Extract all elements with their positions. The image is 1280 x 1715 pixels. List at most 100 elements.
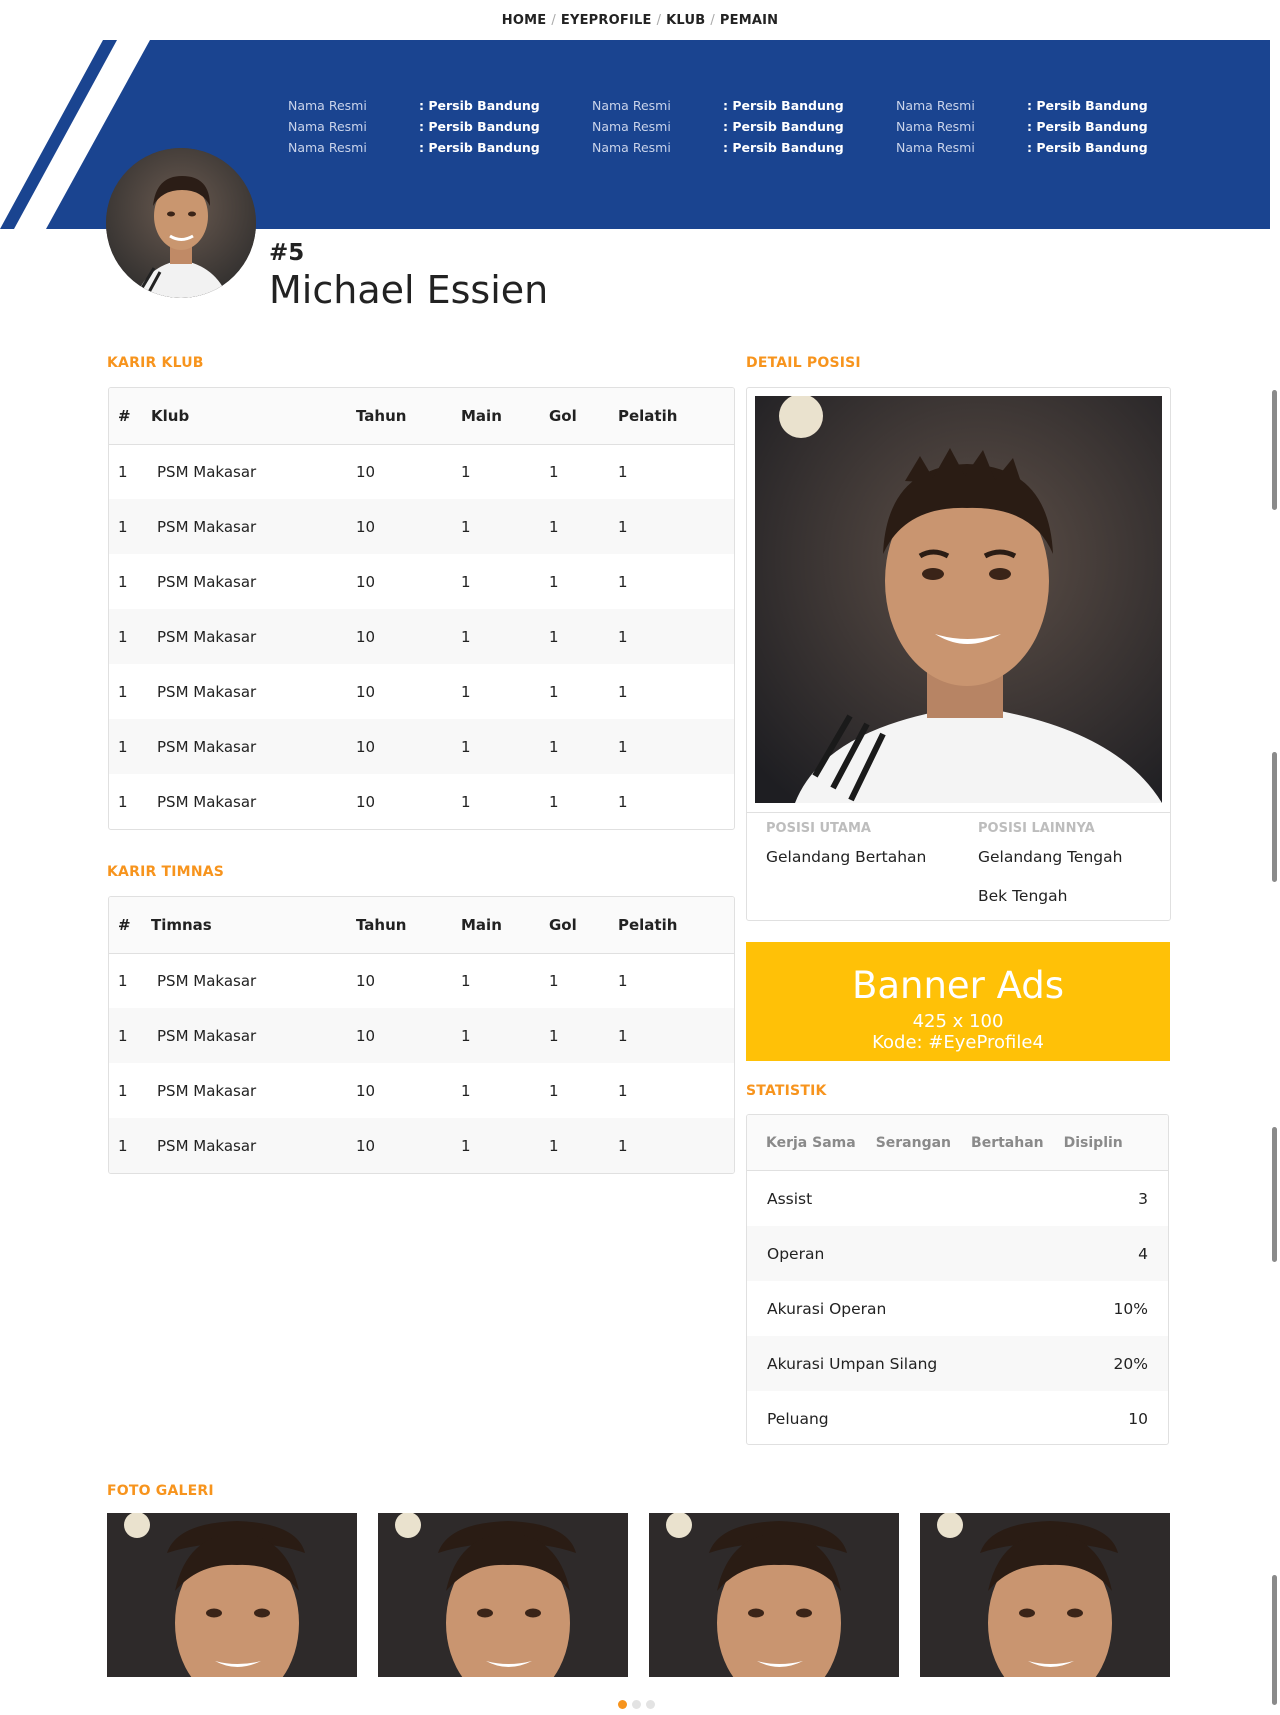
stat-value: 20%	[1113, 1354, 1148, 1373]
column-header: Gol	[549, 897, 618, 954]
breadcrumb-klub[interactable]: KLUB	[666, 13, 705, 28]
stat-row: Assist 3	[747, 1171, 1168, 1226]
table-row: 1 PSM Makasar 10 1 1 1	[109, 1008, 734, 1063]
table-cell: 1	[618, 609, 734, 664]
breadcrumb-eyeprofile[interactable]: EYEPROFILE	[561, 13, 652, 28]
column-header: Timnas	[151, 897, 356, 954]
info-row: Nama Resmi: Persib Bandung	[896, 95, 1200, 116]
table-cell: 10	[356, 572, 376, 591]
scrollbar[interactable]	[1270, 0, 1280, 1715]
info-key: Nama Resmi	[592, 119, 671, 134]
table-cell: 1	[461, 792, 471, 811]
posisi-lainnya: POSISI LAINNYA Gelandang Tengah Bek Teng…	[978, 821, 1122, 916]
pagination-dot[interactable]	[618, 1700, 627, 1709]
breadcrumb-pemain[interactable]: PEMAIN	[720, 13, 778, 28]
scrollbar-thumb[interactable]	[1272, 390, 1277, 510]
stat-value: 10	[1128, 1409, 1148, 1428]
table-cell: 1	[549, 572, 559, 591]
info-key: Nama Resmi	[592, 140, 671, 155]
detail-posisi-title: DETAIL POSISI	[746, 355, 861, 371]
table-row: 1 PSM Makasar 10 1 1 1	[109, 444, 734, 499]
table-cell: 10	[356, 792, 376, 811]
table-row: 1 PSM Makasar 10 1 1 1	[109, 609, 734, 664]
table-cell: 1	[461, 1008, 549, 1063]
scrollbar-thumb[interactable]	[1272, 752, 1277, 882]
table-row: 1 PSM Makasar 10 1 1 1	[109, 664, 734, 719]
info-column: Nama Resmi: Persib Bandung Nama Resmi: Pe…	[896, 95, 1200, 158]
table-cell: 1	[549, 1081, 559, 1100]
tab-bertahan[interactable]: Bertahan	[971, 1135, 1044, 1151]
pagination-dot[interactable]	[646, 1700, 655, 1709]
info-value: : Persib Bandung	[1027, 140, 1148, 155]
table-cell: 10	[356, 682, 376, 701]
stat-value: 3	[1138, 1189, 1148, 1208]
table-cell: 1	[461, 1081, 471, 1100]
table-cell: 1	[618, 1081, 628, 1100]
table-cell: 10	[356, 609, 461, 664]
gallery-photo[interactable]	[107, 1513, 357, 1677]
table-row: 1 PSM Makasar 10 1 1 1	[109, 1118, 734, 1173]
karir-klub-table: # Klub Tahun Main Gol Pelatih 1 PSM Makasar 10 1…	[108, 387, 735, 830]
table-cell: 1	[549, 462, 559, 481]
scrollbar-thumb[interactable]	[1272, 1575, 1277, 1705]
table-cell: 1	[109, 499, 151, 554]
table-cell: PSM Makasar	[151, 1008, 356, 1063]
table-cell: PSM Makasar	[151, 719, 356, 774]
table-cell: 1	[461, 499, 549, 554]
table-cell: 1	[618, 792, 628, 811]
table-cell: 10	[356, 499, 461, 554]
table-cell: 1	[461, 462, 471, 481]
gallery-photo[interactable]	[920, 1513, 1170, 1677]
table-cell: 1	[109, 609, 151, 664]
table-cell: 1	[618, 682, 628, 701]
table-cell: 1	[549, 682, 559, 701]
player-number: #5	[269, 240, 305, 266]
tab-kerja-sama[interactable]: Kerja Sama	[766, 1135, 856, 1151]
gallery-photo[interactable]	[378, 1513, 628, 1677]
tab-disiplin[interactable]: Disiplin	[1064, 1135, 1123, 1151]
table-row: 1 PSM Makasar 10 1 1 1	[109, 1063, 734, 1118]
table-row: 1 PSM Makasar 10 1 1 1	[109, 554, 734, 609]
stat-row: Akurasi Operan 10%	[747, 1281, 1168, 1336]
table-cell: 1	[118, 682, 128, 701]
posisi-lainnya-value: Bek Tengah	[978, 887, 1068, 905]
stat-label: Akurasi Operan	[767, 1299, 887, 1318]
table-cell: 1	[461, 1118, 549, 1173]
table-cell: 1	[461, 609, 549, 664]
statistik-title: STATISTIK	[746, 1083, 827, 1099]
info-row: Nama Resmi: Persib Bandung	[592, 137, 896, 158]
info-row: Nama Resmi : Persib Bandung	[896, 137, 1200, 158]
tab-serangan[interactable]: Serangan	[876, 1135, 951, 1151]
stat-label: Akurasi Umpan Silang	[767, 1354, 938, 1373]
pagination-dot[interactable]	[632, 1700, 641, 1709]
info-value: : Persib Bandung	[723, 98, 844, 113]
table-cell: PSM Makasar	[157, 572, 257, 591]
table-cell: 10	[356, 462, 376, 481]
table-row: 1 PSM Makasar 10 1 1 1	[109, 719, 734, 774]
table-cell: 10	[356, 1008, 461, 1063]
scrollbar-thumb[interactable]	[1272, 1127, 1277, 1262]
table-cell: 1	[109, 719, 151, 774]
info-column: Nama Resmi: Persib Bandung Nama Resmi: Pe…	[288, 95, 592, 158]
column-header: #	[109, 897, 151, 954]
info-key: Nama Resmi	[896, 140, 975, 155]
table-cell: PSM Makasar	[157, 682, 257, 701]
table-cell: 10	[356, 719, 461, 774]
gallery-photo[interactable]	[649, 1513, 899, 1677]
banner-code: Kode: #EyeProfile4	[872, 1032, 1044, 1053]
column-header: #	[109, 388, 151, 445]
table-cell: 1	[549, 1118, 618, 1173]
player-avatar	[106, 148, 256, 298]
table-cell: 1	[461, 572, 471, 591]
breadcrumb-home[interactable]: HOME	[502, 13, 547, 28]
table-cell: PSM Makasar	[157, 971, 257, 990]
stat-label: Operan	[767, 1244, 825, 1263]
table-cell: 10	[356, 971, 376, 990]
table-cell: 1	[549, 792, 559, 811]
stat-value: 4	[1138, 1244, 1148, 1263]
table-cell: 1	[618, 1118, 734, 1173]
posisi-lainnya-label: POSISI LAINNYA	[978, 821, 1095, 836]
table-cell: 1	[549, 971, 559, 990]
table-cell: 1	[549, 499, 618, 554]
banner-ad[interactable]: Banner Ads 425 x 100 Kode: #EyeProfile4	[746, 942, 1170, 1061]
